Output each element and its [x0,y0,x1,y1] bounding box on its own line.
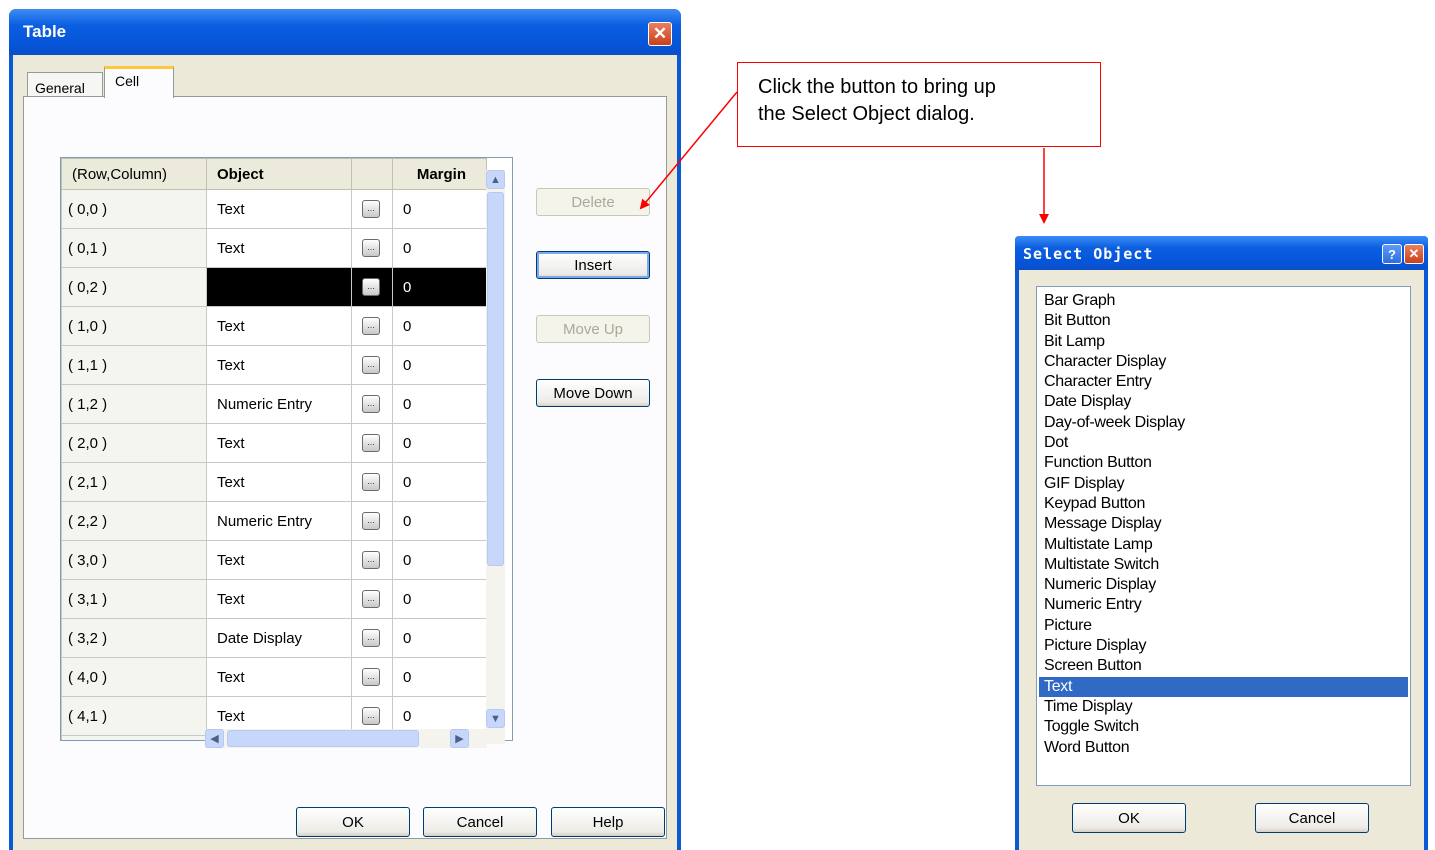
list-item[interactable]: Bar Graph [1039,291,1408,311]
select-object-dialog: Select Object ? ✕ Bar Graph Bit Button Bit… [1015,236,1428,850]
list-item[interactable]: Numeric Entry [1039,595,1408,615]
list-item[interactable]: Date Display [1039,392,1408,412]
select-ok-button[interactable]: OK [1072,803,1186,833]
list-item[interactable]: Character Display [1039,352,1408,372]
list-item[interactable]: Multistate Lamp [1039,535,1408,555]
list-item[interactable]: Screen Button [1039,656,1408,676]
object-listbox[interactable]: Bar Graph Bit Button Bit Lamp Character Dis… [1036,286,1411,786]
select-dialog-title: Select Object [1023,245,1154,263]
list-item[interactable]: Numeric Display [1039,575,1408,595]
list-item[interactable]: Function Button [1039,453,1408,473]
select-dialog-client: Bar Graph Bit Button Bit Lamp Character Dis… [1019,270,1424,850]
list-item[interactable]: Bit Lamp [1039,332,1408,352]
list-item[interactable]: Character Entry [1039,372,1408,392]
list-item[interactable]: GIF Display [1039,474,1408,494]
help-icon[interactable]: ? [1382,244,1402,264]
list-item[interactable]: Time Display [1039,697,1408,717]
list-item[interactable]: Bit Button [1039,311,1408,331]
select-cancel-button[interactable]: Cancel [1255,803,1369,833]
list-item[interactable]: Toggle Switch [1039,717,1408,737]
list-item[interactable]: Multistate Switch [1039,555,1408,575]
list-item[interactable]: Day-of-week Display [1039,413,1408,433]
list-item[interactable]: Keypad Button [1039,494,1408,514]
close-icon[interactable]: ✕ [1404,244,1424,264]
list-item[interactable]: Picture Display [1039,636,1408,656]
list-item[interactable]: Picture [1039,616,1408,636]
arrow-to-insert-button [639,91,738,210]
list-item[interactable]: Dot [1039,433,1408,453]
select-dialog-titlebar[interactable]: Select Object ? ✕ [1015,236,1428,270]
list-item[interactable]: Message Display [1039,514,1408,534]
list-item[interactable]: Word Button [1039,738,1408,758]
tab-cell[interactable]: Cell [104,66,174,98]
list-item[interactable]: Text [1039,676,1408,697]
